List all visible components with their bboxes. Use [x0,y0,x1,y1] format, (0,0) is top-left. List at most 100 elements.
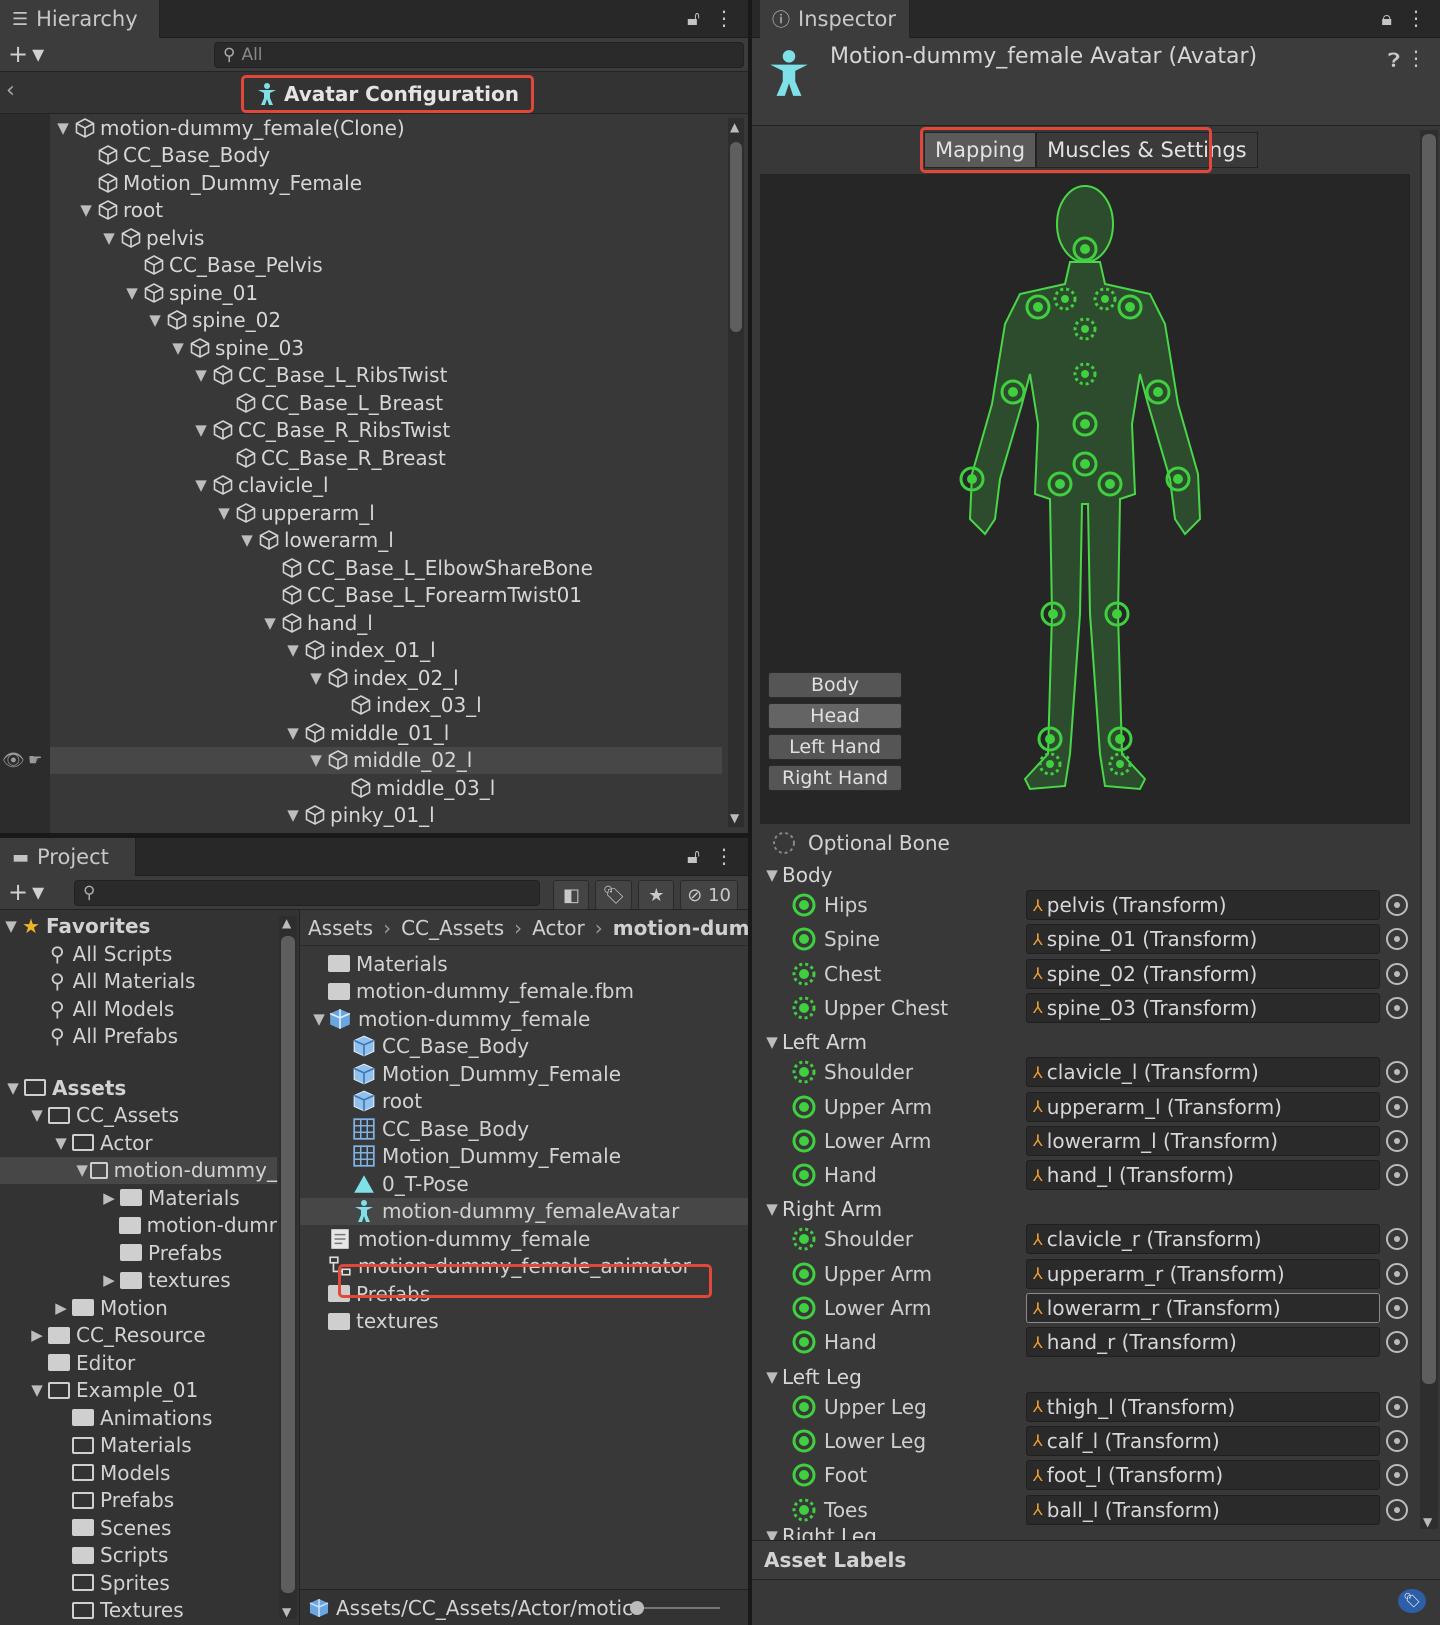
tab-inspector[interactable]: ⓘ Inspector [760,0,910,38]
folder-tree-item[interactable]: ▼ Assets [0,1074,277,1101]
hierarchy-item[interactable]: ▼ motion-dummy_female(Clone) [50,114,722,141]
object-picker-icon[interactable] [1386,996,1408,1019]
asset-item[interactable]: ▼ motion-dummy_female [300,1005,748,1032]
expand-arrow-icon[interactable]: ▼ [0,917,22,935]
asset-item[interactable]: textures [300,1308,748,1335]
inspector-scroll-thumb[interactable] [1422,134,1436,1384]
expand-arrow-icon[interactable]: ▼ [282,806,304,824]
kebab-menu-icon[interactable]: ⋮ [1406,46,1426,70]
expand-arrow-icon[interactable]: ▼ [305,669,327,687]
breadcrumb-item[interactable]: CC_Assets [401,916,504,940]
bone-transform-field[interactable]: ⅄ ball_l (Transform) [1026,1494,1380,1525]
favorite-search-item[interactable]: ⚲ All Models [0,995,277,1022]
folder-tree-scroll-thumb[interactable] [281,936,295,1593]
favorites-header[interactable]: ▼ ★ Favorites [0,912,277,939]
body-part-button[interactable]: Body [768,672,902,698]
mapping-section-header[interactable]: ▼ Body [752,858,1414,892]
object-picker-icon[interactable] [1386,962,1408,985]
folder-tree-item[interactable]: Models [0,1459,277,1486]
help-icon[interactable]: ❓︎ [1388,48,1400,72]
hierarchy-item[interactable]: CC_Base_Body [50,142,722,169]
scroll-up-icon[interactable]: ▲ [282,916,291,930]
expand-arrow-icon[interactable]: ▼ [282,641,304,659]
visibility-eye-icon[interactable]: 👁︎ [2,750,25,771]
mapping-section-header[interactable]: ▼ Left Arm [752,1025,1414,1059]
expand-arrow-icon[interactable]: ▼ [190,476,212,494]
folder-tree-item[interactable]: ▶ textures [0,1267,277,1294]
hierarchy-item[interactable]: ▼ lowerarm_l [50,527,722,554]
hierarchy-scrollbar[interactable]: ▲ ▼ [728,118,744,827]
favorite-search-item[interactable]: ⚲ All Scripts [0,940,277,967]
scroll-up-icon[interactable]: ▲ [730,120,739,134]
expand-arrow-icon[interactable]: ▼ [282,724,304,742]
tab-hierarchy[interactable]: ☰ Hierarchy [0,0,160,38]
kebab-menu-icon[interactable]: ⋮ [714,6,734,30]
bone-transform-field[interactable]: ⅄ thigh_l (Transform) [1026,1391,1380,1422]
breadcrumb-item[interactable]: Assets [308,916,373,940]
folder-tree-item[interactable]: Textures [0,1597,277,1624]
bone-transform-field[interactable]: ⅄ spine_03 (Transform) [1026,992,1380,1023]
icon-size-slider-knob[interactable] [630,1601,644,1615]
expand-arrow-icon[interactable]: ▼ [305,751,327,769]
hierarchy-item[interactable]: ▼ pelvis [50,224,722,251]
expand-arrow-icon[interactable]: ▶ [50,1299,72,1317]
bone-transform-field[interactable]: ⅄ hand_r (Transform) [1026,1327,1380,1358]
asset-item[interactable]: root [300,1088,748,1115]
inspector-scrollbar[interactable]: ▼ [1420,130,1438,1529]
hierarchy-item[interactable]: ▼ index_02_l [50,664,722,691]
expand-arrow-icon[interactable]: ▼ [26,1106,48,1124]
expand-arrow-icon[interactable]: ▼ [213,504,235,522]
pickability-hand-icon[interactable]: ☛ [28,750,42,769]
hierarchy-item[interactable]: ▼ upperarm_l [50,499,722,526]
bone-transform-field[interactable]: ⅄ hand_l (Transform) [1026,1160,1380,1191]
body-part-button[interactable]: Left Hand [768,734,902,760]
hierarchy-item[interactable]: ▼ index_01_l [50,637,722,664]
object-picker-icon[interactable] [1386,1498,1408,1521]
bone-transform-field[interactable]: ⅄ spine_02 (Transform) [1026,958,1380,989]
back-arrow-icon[interactable]: ‹ [6,78,15,103]
asset-item[interactable]: Materials [300,950,748,977]
hierarchy-item[interactable]: CC_Base_L_ForearmTwist01 [50,582,722,609]
mapping-section-header[interactable]: ▼ Right Arm [752,1192,1414,1226]
bone-transform-field[interactable]: ⅄ lowerarm_l (Transform) [1026,1125,1380,1156]
folder-tree-item[interactable]: Editor [0,1349,277,1376]
hierarchy-item[interactable]: ▼ middle_01_l [50,719,722,746]
bone-transform-field[interactable]: ⅄ pelvis (Transform) [1026,890,1380,920]
asset-labels-header[interactable]: Asset Labels [752,1540,1440,1580]
folder-tree-item[interactable]: Prefabs [0,1487,277,1514]
object-picker-icon[interactable] [1386,1164,1408,1187]
asset-item[interactable]: Motion_Dummy_Female [300,1143,748,1170]
folder-tree-item[interactable]: ▶ CC_Resource [0,1322,277,1349]
hierarchy-item[interactable]: ▼ spine_02 [50,307,722,334]
expand-arrow-icon[interactable]: ▼ [190,421,212,439]
expand-arrow-icon[interactable]: ▼ [144,311,166,329]
folder-tree-item[interactable]: Materials [0,1432,277,1459]
expand-arrow-icon[interactable]: ▼ [74,1161,90,1179]
bone-transform-field[interactable]: ⅄ foot_l (Transform) [1026,1460,1380,1491]
filter-by-label-button[interactable]: 🏷︎ [595,880,633,910]
object-picker-icon[interactable] [1386,1429,1408,1452]
lock-icon[interactable]: 🔒︎ [1381,6,1392,30]
folder-tree-item[interactable]: Animations [0,1404,277,1431]
hierarchy-item[interactable]: CC_Base_R_Breast [50,444,722,471]
object-picker-icon[interactable] [1386,1464,1408,1487]
object-picker-icon[interactable] [1386,1061,1408,1084]
expand-arrow-icon[interactable]: ▼ [762,866,782,884]
tab-project[interactable]: ▬ Project [0,838,136,876]
folder-tree-scrollbar[interactable]: ▲ ▼ [279,916,297,1619]
hierarchy-item[interactable]: middle_03_l [50,774,722,801]
bone-transform-field[interactable]: ⅄ lowerarm_r (Transform) [1026,1293,1380,1323]
project-search-input[interactable]: ⚲ [74,880,540,906]
object-picker-icon[interactable] [1386,1095,1408,1118]
favorite-search-item[interactable]: ⚲ All Prefabs [0,1023,277,1050]
object-picker-icon[interactable] [1386,1297,1408,1319]
expand-arrow-icon[interactable]: ▼ [26,1381,48,1399]
scroll-down-icon[interactable]: ▼ [730,811,739,825]
hierarchy-item[interactable]: ▼ hand_l [50,609,722,636]
folder-tree-item[interactable]: ▼ CC_Assets [0,1102,277,1129]
folder-tree-item[interactable]: ▶ Materials [0,1184,277,1211]
hierarchy-item[interactable]: ▼ clavicle_l [50,472,722,499]
folder-tree-item[interactable]: Prefabs [0,1239,277,1266]
label-tag-icon[interactable]: 🏷︎ [1398,1589,1426,1613]
create-dropdown[interactable]: +▾ [8,40,48,68]
